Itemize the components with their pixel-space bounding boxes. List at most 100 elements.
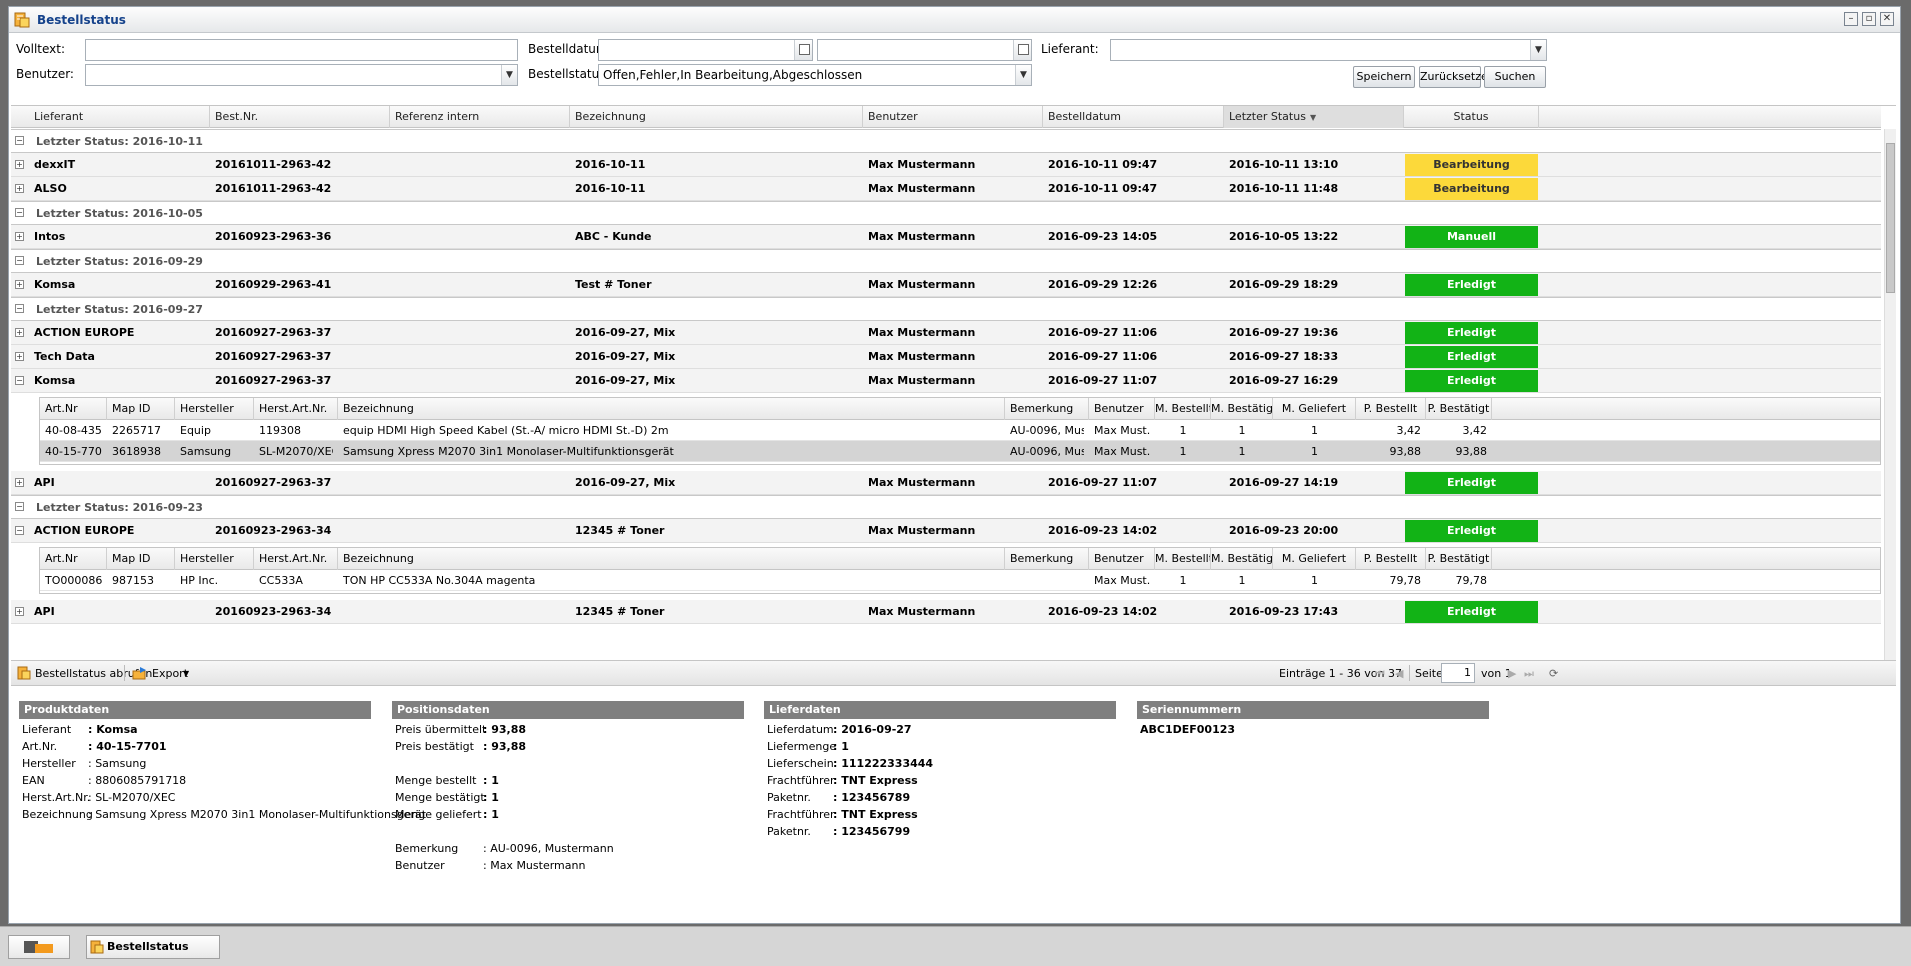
export-icon[interactable] [132, 666, 148, 680]
collapse-icon[interactable]: − [15, 256, 24, 265]
lieferant-select[interactable]: ▼ [1110, 39, 1547, 61]
subtable-column-header[interactable]: M. Bestellt [1155, 548, 1211, 570]
first-page-icon[interactable]: ⏮ [1375, 667, 1385, 681]
subtable-column-header[interactable]: Benutzer [1089, 398, 1155, 420]
expand-icon[interactable]: + [15, 607, 24, 616]
bestelldatum-to-input[interactable] [817, 39, 1032, 61]
subtable-column-header[interactable]: M. Bestätigt [1211, 548, 1273, 570]
chevron-down-icon[interactable]: ▼ [1015, 65, 1031, 85]
benutzer-select[interactable]: ▼ [85, 64, 518, 86]
subtable-column-header[interactable]: Benutzer [1089, 548, 1155, 570]
subtable-column-header[interactable]: Bemerkung [1005, 398, 1089, 420]
subtable-column-header[interactable]: Hersteller [175, 398, 254, 420]
collapse-icon[interactable]: − [15, 502, 24, 511]
column-header[interactable]: Bestelldatum [1043, 106, 1224, 128]
subtable-column-header[interactable]: Bezeichnung [338, 548, 1005, 570]
column-header[interactable]: Best.Nr. [210, 106, 390, 128]
column-header[interactable]: Lieferant [29, 106, 210, 128]
subtable-column-header[interactable]: M. Geliefert [1273, 548, 1356, 570]
minimize-icon[interactable]: – [1844, 12, 1858, 26]
expand-icon[interactable]: + [15, 232, 24, 241]
table-row[interactable]: + ACTION EUROPE 20160927-2963-37 2016-09-27… [11, 321, 1881, 345]
reset-button[interactable]: Zurücksetzen [1419, 66, 1495, 88]
bestelldatum-from-input[interactable] [598, 39, 813, 61]
table-row[interactable]: − Komsa 20160927-2963-37 2016-09-27, Mix Max… [11, 369, 1881, 393]
calendar-icon[interactable] [794, 40, 812, 60]
cell-herstart: CC533A [259, 574, 303, 587]
search-button[interactable]: Suchen [1484, 66, 1546, 88]
field-label: Liefermenge [767, 740, 837, 753]
expand-icon[interactable]: + [15, 160, 24, 169]
column-header[interactable]: Benutzer [863, 106, 1043, 128]
group-header[interactable]: − Letzter Status: 2016-09-27 [11, 297, 1881, 321]
bestellstatus-select[interactable]: Offen,Fehler,In Bearbeitung,Abgeschlosse… [598, 64, 1032, 86]
scrollbar-thumb[interactable] [1886, 143, 1895, 293]
expand-icon[interactable]: + [15, 478, 24, 487]
subtable-column-header[interactable]: P. Bestätigt [1426, 548, 1492, 570]
subtable-column-header[interactable]: P. Bestätigt [1426, 398, 1492, 420]
start-button[interactable] [8, 935, 70, 959]
subtable-row[interactable]: 40-15-7701 3618938 Samsung SL-M2070/XEC Sams… [40, 441, 1880, 462]
prev-page-icon[interactable]: ◀ [1395, 667, 1403, 680]
collapse-icon[interactable]: − [15, 376, 24, 385]
table-row[interactable]: + API 20160923-2963-34 12345 # Toner Max Mus… [11, 600, 1881, 624]
group-header[interactable]: − Letzter Status: 2016-09-29 [11, 249, 1881, 273]
table-row[interactable]: + Tech Data 20160927-2963-37 2016-09-27, Mi… [11, 345, 1881, 369]
column-header[interactable]: Bezeichnung [570, 106, 863, 128]
column-header[interactable]: Status [1404, 106, 1539, 128]
subtable-column-header[interactable]: M. Bestätigt [1211, 398, 1273, 420]
table-row[interactable]: − ACTION EUROPE 20160923-2963-34 12345 # To… [11, 519, 1881, 543]
close-icon[interactable]: ✕ [1880, 12, 1894, 26]
subtable-column-header[interactable]: M. Bestellt [1155, 398, 1211, 420]
group-header[interactable]: − Letzter Status: 2016-10-11 [11, 129, 1881, 153]
subtable-column-header[interactable]: M. Geliefert [1273, 398, 1356, 420]
restore-icon[interactable]: ▫ [1862, 12, 1876, 26]
table-row[interactable]: + API 20160927-2963-37 2016-09-27, Mix Max M… [11, 471, 1881, 495]
chevron-down-icon[interactable]: ▼ [501, 65, 517, 85]
column-header[interactable]: Letzter Status ▼ [1224, 106, 1404, 128]
subtable-column-header[interactable]: Bemerkung [1005, 548, 1089, 570]
table-row[interactable]: + ALSO 20161011-2963-42 2016-10-11 Max Muste… [11, 177, 1881, 201]
refresh-icon[interactable]: ⟳ [1549, 667, 1558, 680]
cell-benutzer: Max Mustermann [868, 230, 976, 243]
collapse-icon[interactable]: − [15, 136, 24, 145]
expand-icon[interactable]: + [15, 280, 24, 289]
table-row[interactable]: + Intos 20160923-2963-36 ABC - Kunde Max Mus… [11, 225, 1881, 249]
volltext-input[interactable] [85, 39, 518, 61]
expand-icon[interactable]: + [15, 184, 24, 193]
collapse-icon[interactable]: − [15, 526, 24, 535]
group-header[interactable]: − Letzter Status: 2016-10-05 [11, 201, 1881, 225]
expand-icon[interactable]: + [15, 328, 24, 337]
subtable-column-header[interactable]: Map ID [107, 548, 175, 570]
subtable-column-header[interactable]: Art.Nr [40, 548, 107, 570]
last-page-icon[interactable]: ⏭ [1524, 667, 1534, 681]
save-button[interactable]: Speichern [1353, 66, 1415, 88]
sort-desc-icon[interactable]: ▼ [1310, 113, 1316, 122]
chevron-down-icon[interactable]: ▼ [1530, 40, 1546, 60]
subtable-column-header[interactable]: Art.Nr [40, 398, 107, 420]
table-row[interactable]: + dexxIT 20161011-2963-42 2016-10-11 Max Mus… [11, 153, 1881, 177]
subtable-column-header[interactable]: Map ID [107, 398, 175, 420]
subtable-row[interactable]: TO000086 987153 HP Inc. CC533A TON HP CC533A… [40, 570, 1880, 591]
collapse-icon[interactable]: − [15, 208, 24, 217]
subtable-row[interactable]: 40-08-4357 2265717 Equip 119308 equip HDMI H… [40, 420, 1880, 441]
cell-bestnr: 20160929-2963-41 [215, 278, 332, 291]
taskbar-item-bestellstatus[interactable]: Bestellstatus [86, 935, 220, 959]
chevron-down-icon[interactable]: ▼ [183, 669, 189, 678]
subtable-column-header[interactable]: Hersteller [175, 548, 254, 570]
subtable-column-header[interactable]: Herst.Art.Nr. [254, 398, 338, 420]
subtable-column-header[interactable]: Bezeichnung [338, 398, 1005, 420]
subtable-column-header[interactable]: P. Bestellt [1356, 398, 1426, 420]
expand-icon[interactable]: + [15, 352, 24, 361]
page-input[interactable]: 1 [1441, 663, 1475, 683]
subtable-column-header[interactable]: Herst.Art.Nr. [254, 548, 338, 570]
subtable-column-header[interactable]: P. Bestellt [1356, 548, 1426, 570]
calendar-icon[interactable] [1013, 40, 1031, 60]
fetch-status-icon[interactable] [17, 666, 31, 680]
group-header[interactable]: − Letzter Status: 2016-09-23 [11, 495, 1881, 519]
column-header[interactable]: Referenz intern [390, 106, 570, 128]
table-row[interactable]: + Komsa 20160929-2963-41 Test # Toner Max Mu… [11, 273, 1881, 297]
next-page-icon[interactable]: ▶ [1508, 667, 1516, 680]
collapse-icon[interactable]: − [15, 304, 24, 313]
vertical-scrollbar[interactable] [1884, 129, 1896, 660]
